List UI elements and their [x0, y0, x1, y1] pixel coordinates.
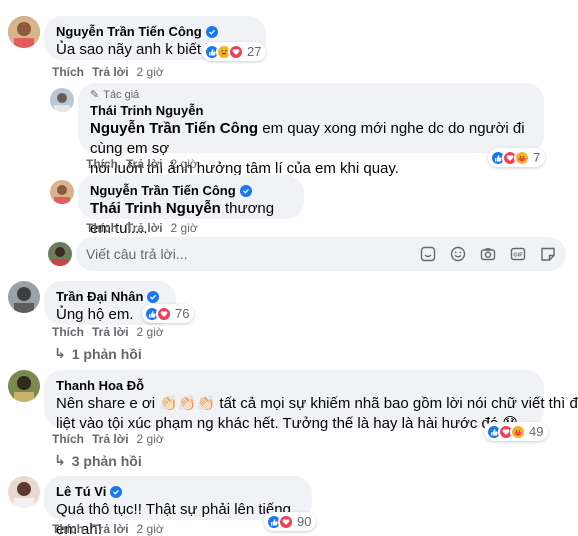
- author-tag: ✎ Tác giả: [90, 88, 140, 102]
- like-button[interactable]: Thích: [86, 157, 118, 171]
- avatar[interactable]: [8, 476, 40, 508]
- verified-badge-icon: [239, 185, 252, 197]
- reply-actions: Thích Trả lời 2 giờ: [86, 221, 198, 235]
- sticker-square-icon[interactable]: [540, 246, 556, 262]
- view-replies-link[interactable]: ↳ 3 phản hồi: [54, 452, 142, 469]
- verified-badge-icon: [205, 26, 218, 38]
- reply-button[interactable]: Trả lời: [92, 325, 129, 339]
- reaction-count: 27: [247, 44, 262, 59]
- avatar[interactable]: [8, 16, 40, 48]
- verified-badge-icon: [147, 291, 160, 303]
- svg-text:GIF: GIF: [513, 253, 523, 259]
- current-user-avatar[interactable]: [48, 242, 72, 266]
- comment-bubble: Thanh Hoa Đỗ Nên share e ơi 👏🏻👏🏻👏🏻 tất c…: [44, 370, 578, 432]
- love-reaction-icon: [156, 305, 172, 322]
- like-button[interactable]: Thích: [52, 325, 84, 339]
- avatar[interactable]: [8, 370, 40, 402]
- comment-actions: Thích Trả lời 2 giờ: [52, 522, 164, 536]
- comment-actions: Thích Trả lời 2 giờ: [52, 325, 164, 339]
- comment-author[interactable]: Nguyễn Trần Tiến Công: [90, 183, 292, 199]
- reply-actions: Thích Trả lời 2 giờ: [86, 157, 198, 171]
- timestamp[interactable]: 2 giờ: [171, 221, 198, 235]
- reaction-count: 90: [297, 514, 312, 529]
- reply-input-box[interactable]: GIF: [76, 237, 566, 271]
- emoji-icon[interactable]: [450, 246, 466, 262]
- reply-arrow-icon: ↳: [54, 452, 66, 468]
- comment-author[interactable]: Thanh Hoa Đỗ: [56, 378, 532, 394]
- comment-text-line2: liệt vào tội xúc phạm ng khác hết. Tưởng…: [56, 415, 519, 432]
- verified-badge-icon: [110, 486, 123, 498]
- avatar[interactable]: [50, 88, 74, 112]
- avatar[interactable]: [8, 281, 40, 313]
- pencil-icon: ✎: [90, 89, 100, 101]
- reaction-summary[interactable]: 90: [264, 512, 317, 531]
- care-reaction-icon: [510, 423, 526, 440]
- like-button[interactable]: Thích: [52, 522, 84, 536]
- mention-link[interactable]: Thái Trinh Nguyễn: [90, 200, 221, 217]
- comment-author[interactable]: Lê Tú Vi: [56, 484, 300, 500]
- timestamp[interactable]: 2 giờ: [137, 325, 164, 339]
- love-reaction-icon: [278, 513, 294, 530]
- like-button[interactable]: Thích: [52, 65, 84, 79]
- comment-actions: Thích Trả lời 2 giờ: [52, 65, 164, 79]
- camera-icon[interactable]: [480, 246, 496, 262]
- reply-bubble: Nguyễn Trần Tiến Công Thái Trinh Nguyễn …: [78, 175, 304, 237]
- like-button[interactable]: Thích: [86, 221, 118, 235]
- reply-button[interactable]: Trả lời: [92, 522, 129, 536]
- reaction-summary[interactable]: 7: [488, 148, 546, 167]
- reply-input[interactable]: [86, 246, 420, 262]
- comment-actions: Thích Trả lời 2 giờ: [52, 432, 164, 446]
- comment-text: Nên share e ơi 👏🏻👏🏻👏🏻 tất cả mọi sự khiế…: [56, 395, 578, 412]
- reply-button[interactable]: Trả lời: [126, 221, 163, 235]
- like-button[interactable]: Thích: [52, 432, 84, 446]
- reply-arrow-icon: ↳: [54, 345, 66, 361]
- timestamp[interactable]: 2 giờ: [137, 65, 164, 79]
- comment-author[interactable]: Nguyễn Trần Tiến Công: [56, 24, 254, 40]
- reply-button[interactable]: Trả lời: [126, 157, 163, 171]
- reply-button[interactable]: Trả lời: [92, 65, 129, 79]
- comment-author[interactable]: Trần Đại Nhân: [56, 289, 164, 305]
- comment-text: Nguyễn Trần Tiến Công em quay xong mới n…: [90, 120, 525, 157]
- reaction-summary[interactable]: 76: [142, 304, 195, 323]
- composer-icons: GIF: [420, 246, 556, 262]
- reaction-count: 49: [529, 424, 544, 439]
- love-reaction-icon: [228, 43, 244, 60]
- reaction-count: 7: [533, 150, 541, 165]
- care-reaction-icon: [514, 149, 530, 166]
- reaction-summary[interactable]: 27: [202, 42, 267, 61]
- timestamp[interactable]: 2 giờ: [137, 522, 164, 536]
- reply-button[interactable]: Trả lời: [92, 432, 129, 446]
- avatar[interactable]: [50, 180, 74, 204]
- timestamp[interactable]: 2 giờ: [137, 432, 164, 446]
- reply-bubble: ✎ Tác giả Thái Trinh Nguyễn Nguyễn Trần …: [78, 83, 544, 177]
- comment-author[interactable]: Thái Trinh Nguyễn: [90, 103, 532, 119]
- sticker-icon[interactable]: [420, 246, 436, 262]
- reaction-count: 76: [175, 306, 190, 321]
- timestamp[interactable]: 2 giờ: [171, 157, 198, 171]
- mention-link[interactable]: Nguyễn Trần Tiến Công: [90, 120, 258, 137]
- view-replies-link[interactable]: ↳ 1 phản hồi: [54, 345, 142, 362]
- reaction-summary[interactable]: 49: [484, 422, 549, 441]
- gif-icon[interactable]: GIF: [510, 246, 526, 262]
